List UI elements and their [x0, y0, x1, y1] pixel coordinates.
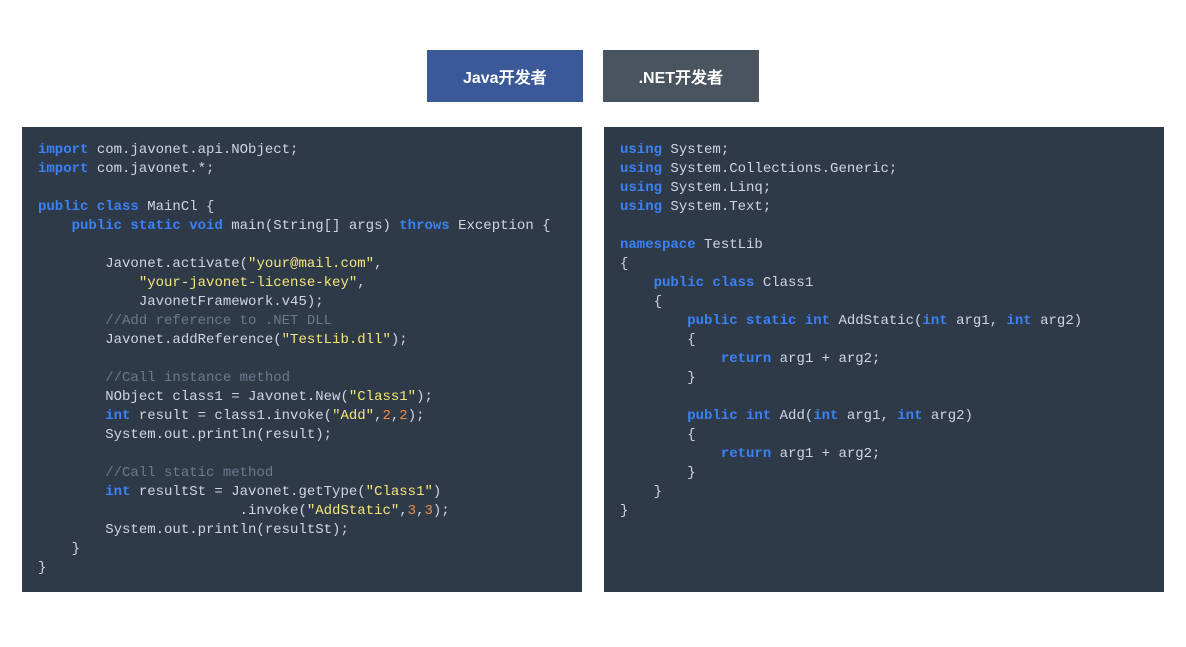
tabs-row: Java开发者 .NET开发者 — [0, 0, 1186, 127]
java-code: import com.javonet.api.NObject; import c… — [38, 141, 566, 578]
tab-java[interactable]: Java开发者 — [427, 50, 583, 102]
code-panels: import com.javonet.api.NObject; import c… — [0, 127, 1186, 622]
csharp-code: using System; using System.Collections.G… — [620, 141, 1148, 521]
tab-dotnet[interactable]: .NET开发者 — [603, 50, 759, 102]
csharp-code-panel: using System; using System.Collections.G… — [604, 127, 1164, 592]
java-code-panel: import com.javonet.api.NObject; import c… — [22, 127, 582, 592]
